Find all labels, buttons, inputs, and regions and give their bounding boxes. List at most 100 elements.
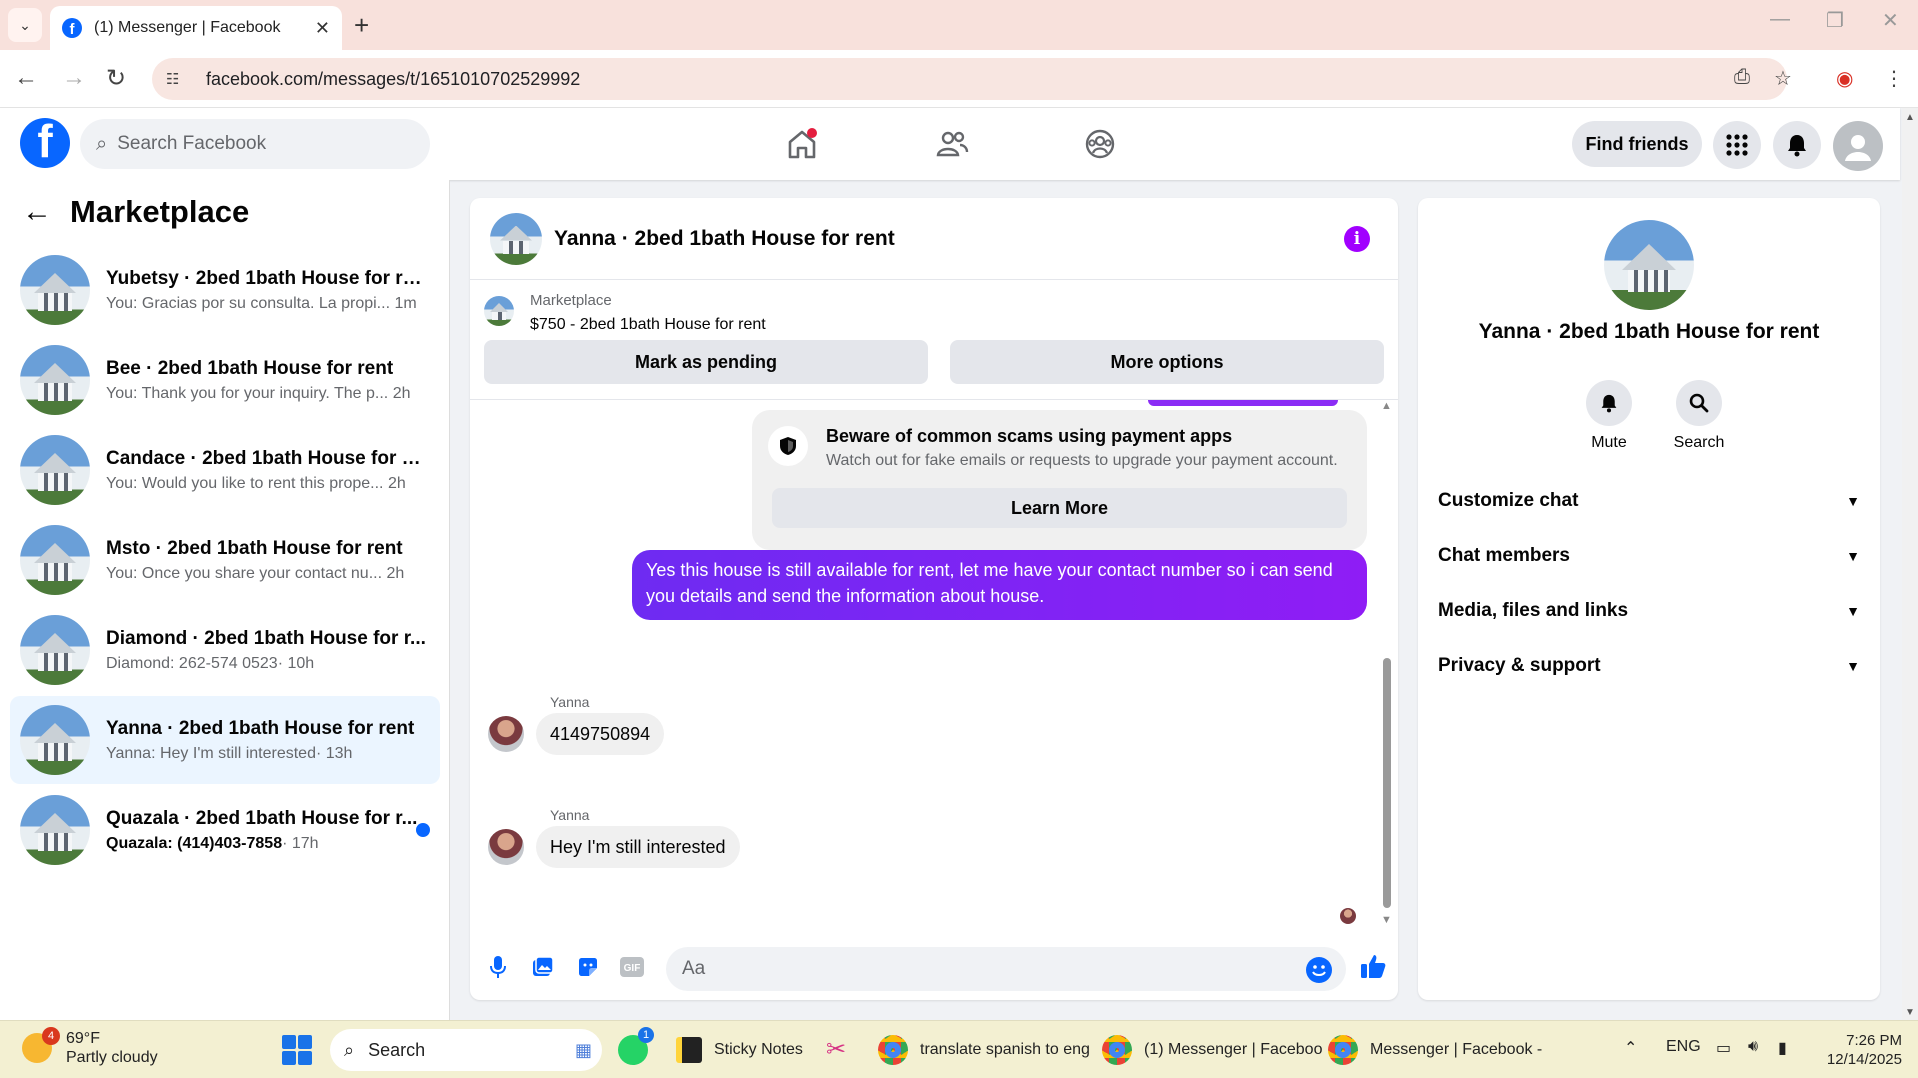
taskbar-app-label: Messenger | Facebook - bbox=[1370, 1041, 1543, 1058]
mark-as-pending-button[interactable]: Mark as pending bbox=[484, 340, 928, 384]
chat-title[interactable]: Yanna · 2bed 1bath House for rent bbox=[554, 227, 895, 251]
reload-button[interactable]: ↻ bbox=[106, 64, 126, 93]
bookmark-star-icon[interactable]: ☆ bbox=[1774, 66, 1792, 91]
facebook-search-input[interactable]: ⌕ Search Facebook bbox=[80, 119, 430, 169]
listing-avatar bbox=[20, 345, 90, 415]
new-tab-button[interactable]: + bbox=[354, 10, 369, 41]
media-files-links-row[interactable]: Media, files and links ▼ bbox=[1438, 591, 1860, 631]
back-button[interactable]: ← bbox=[14, 64, 38, 92]
scroll-up-arrow-icon[interactable]: ▲ bbox=[1381, 400, 1392, 412]
whatsapp-icon: 1 bbox=[618, 1027, 654, 1065]
address-bar[interactable]: ☷ facebook.com/messages/t/16510107025299… bbox=[152, 58, 1787, 100]
microphone-icon[interactable] bbox=[484, 953, 512, 981]
browser-tab-messenger[interactable]: f (1) Messenger | Facebook ✕ bbox=[50, 6, 342, 50]
listing-title[interactable]: $750 - 2bed 1bath House for rent bbox=[530, 316, 766, 334]
section-label: Privacy & support bbox=[1438, 655, 1601, 676]
language-indicator[interactable]: ENG bbox=[1666, 1038, 1701, 1056]
account-avatar[interactable] bbox=[1833, 121, 1883, 171]
forward-button[interactable]: → bbox=[62, 64, 86, 92]
like-thumb-icon[interactable] bbox=[1356, 949, 1390, 983]
sidebar-title: Marketplace bbox=[70, 194, 250, 229]
weather-widget[interactable]: 4 69°F Partly cloudy bbox=[22, 1027, 158, 1067]
display-icon[interactable]: ▭ bbox=[1716, 1038, 1731, 1058]
browser-menu-icon[interactable]: ⋮ bbox=[1884, 66, 1904, 91]
restore-button[interactable]: ❐ bbox=[1826, 8, 1844, 33]
listing-thumbnail[interactable] bbox=[484, 296, 514, 326]
chrome-icon bbox=[1328, 1035, 1358, 1065]
tab-close-icon[interactable]: ✕ bbox=[315, 18, 330, 39]
chat-panel: Yanna · 2bed 1bath House for rent i Mark… bbox=[470, 198, 1398, 1000]
previous-message-bubble bbox=[1148, 400, 1338, 406]
sender-avatar[interactable] bbox=[488, 716, 524, 752]
customize-chat-row[interactable]: Customize chat ▼ bbox=[1438, 481, 1860, 521]
system-clock[interactable]: 7:26 PM 12/14/2025 bbox=[1806, 1031, 1902, 1069]
listing-avatar-large[interactable] bbox=[1604, 220, 1694, 310]
home-icon[interactable] bbox=[780, 122, 824, 166]
facebook-logo[interactable]: f bbox=[20, 118, 70, 168]
notifications-bell-icon[interactable] bbox=[1773, 121, 1821, 169]
windows-start-icon[interactable] bbox=[282, 1035, 312, 1065]
conversation-item[interactable]: Msto · 2bed 1bath House for rent You: On… bbox=[10, 516, 440, 604]
back-arrow-icon[interactable]: ← bbox=[22, 195, 52, 229]
scroll-up-arrow-icon[interactable]: ▲ bbox=[1905, 112, 1915, 123]
scroll-down-arrow-icon[interactable]: ▼ bbox=[1905, 1007, 1915, 1018]
conversation-item-unread[interactable]: Quazala · 2bed 1bath House for r... Quaz… bbox=[10, 786, 440, 874]
chat-scrollbar[interactable]: ▲ ▼ bbox=[1380, 400, 1394, 930]
close-window-button[interactable]: ✕ bbox=[1882, 8, 1899, 33]
conversation-item[interactable]: Yubetsy · 2bed 1bath House for rent You:… bbox=[10, 246, 440, 334]
friends-icon[interactable] bbox=[930, 122, 974, 166]
emoji-icon[interactable] bbox=[1306, 957, 1332, 983]
chrome-taskbar-app[interactable]: translate spanish to eng bbox=[878, 1029, 1090, 1071]
conversation-item[interactable]: Bee · 2bed 1bath House for rent You: Tha… bbox=[10, 336, 440, 424]
taskbar-app-label: translate spanish to eng bbox=[920, 1041, 1090, 1058]
chrome-taskbar-app[interactable]: (1) Messenger | Faceboo bbox=[1102, 1029, 1322, 1071]
conversation-item[interactable]: Diamond · 2bed 1bath House for r... Diam… bbox=[10, 606, 440, 694]
mute-button[interactable]: Mute bbox=[1569, 380, 1649, 452]
gif-icon[interactable]: GIF bbox=[618, 953, 646, 981]
whatsapp-taskbar-app[interactable]: 1 bbox=[618, 1027, 660, 1071]
tab-search-dropdown[interactable]: ⌄ bbox=[8, 8, 42, 42]
sidebar-header: ← Marketplace bbox=[22, 194, 249, 230]
scroll-down-arrow-icon[interactable]: ▼ bbox=[1381, 914, 1392, 926]
unread-dot-icon bbox=[416, 823, 430, 837]
snipping-tool-taskbar-app[interactable]: ✂ bbox=[826, 1029, 868, 1071]
chat-avatar[interactable] bbox=[490, 212, 542, 265]
conversation-name: Bee · 2bed 1bath House for rent bbox=[106, 357, 394, 379]
privacy-support-row[interactable]: Privacy & support ▼ bbox=[1438, 646, 1860, 686]
conversation-item[interactable]: Candace · 2bed 1bath House for rent You:… bbox=[10, 426, 440, 514]
more-options-button[interactable]: More options bbox=[950, 340, 1384, 384]
install-app-icon[interactable]: ⎙ bbox=[1734, 66, 1750, 89]
photo-icon[interactable] bbox=[528, 953, 556, 981]
minimize-button[interactable]: — bbox=[1770, 8, 1790, 31]
sticker-icon[interactable] bbox=[574, 953, 602, 981]
sticky-notes-taskbar-app[interactable]: Sticky Notes bbox=[676, 1029, 803, 1071]
info-icon[interactable]: i bbox=[1344, 226, 1370, 252]
taskbar-search[interactable]: ⌕ Search ▦ bbox=[330, 1029, 602, 1071]
groups-icon[interactable] bbox=[1078, 122, 1122, 166]
chat-members-row[interactable]: Chat members ▼ bbox=[1438, 536, 1860, 576]
profile-icon[interactable]: ◉ bbox=[1836, 66, 1853, 91]
page-scrollbar[interactable]: ▲ ▼ bbox=[1902, 108, 1918, 1020]
learn-more-button[interactable]: Learn More bbox=[772, 488, 1347, 528]
site-info-icon[interactable]: ☷ bbox=[166, 70, 186, 88]
chevron-up-icon[interactable]: ⌃ bbox=[1624, 1038, 1637, 1058]
conversation-time: 2h bbox=[392, 384, 411, 402]
sender-avatar[interactable] bbox=[488, 829, 524, 865]
conversation-name: Yubetsy · 2bed 1bath House for rent bbox=[106, 267, 426, 289]
volume-icon[interactable]: 🔊︎ bbox=[1748, 1038, 1758, 1056]
conversation-name: Quazala · 2bed 1bath House for r... bbox=[106, 807, 418, 829]
section-label: Customize chat bbox=[1438, 490, 1579, 511]
menu-grid-icon[interactable] bbox=[1713, 121, 1761, 169]
find-friends-button[interactable]: Find friends bbox=[1572, 121, 1702, 167]
conversation-info-panel: Yanna · 2bed 1bath House for rent Mute S… bbox=[1418, 198, 1880, 1000]
battery-icon[interactable]: ▮ bbox=[1778, 1038, 1787, 1058]
conversation-item-active[interactable]: Yanna · 2bed 1bath House for rent Yanna:… bbox=[10, 696, 440, 784]
scam-warning-title: Beware of common scams using payment app… bbox=[826, 426, 1233, 446]
chat-scroll-thumb[interactable] bbox=[1383, 658, 1391, 908]
clock-time: 7:26 PM bbox=[1846, 1032, 1902, 1049]
chevron-down-icon: ▼ bbox=[1846, 548, 1860, 564]
chrome-taskbar-app[interactable]: Messenger | Facebook - bbox=[1328, 1029, 1542, 1071]
conversation-name: Diamond · 2bed 1bath House for r... bbox=[106, 627, 426, 649]
message-input[interactable]: Aa bbox=[666, 947, 1346, 991]
search-in-conversation-button[interactable]: Search bbox=[1659, 380, 1739, 452]
